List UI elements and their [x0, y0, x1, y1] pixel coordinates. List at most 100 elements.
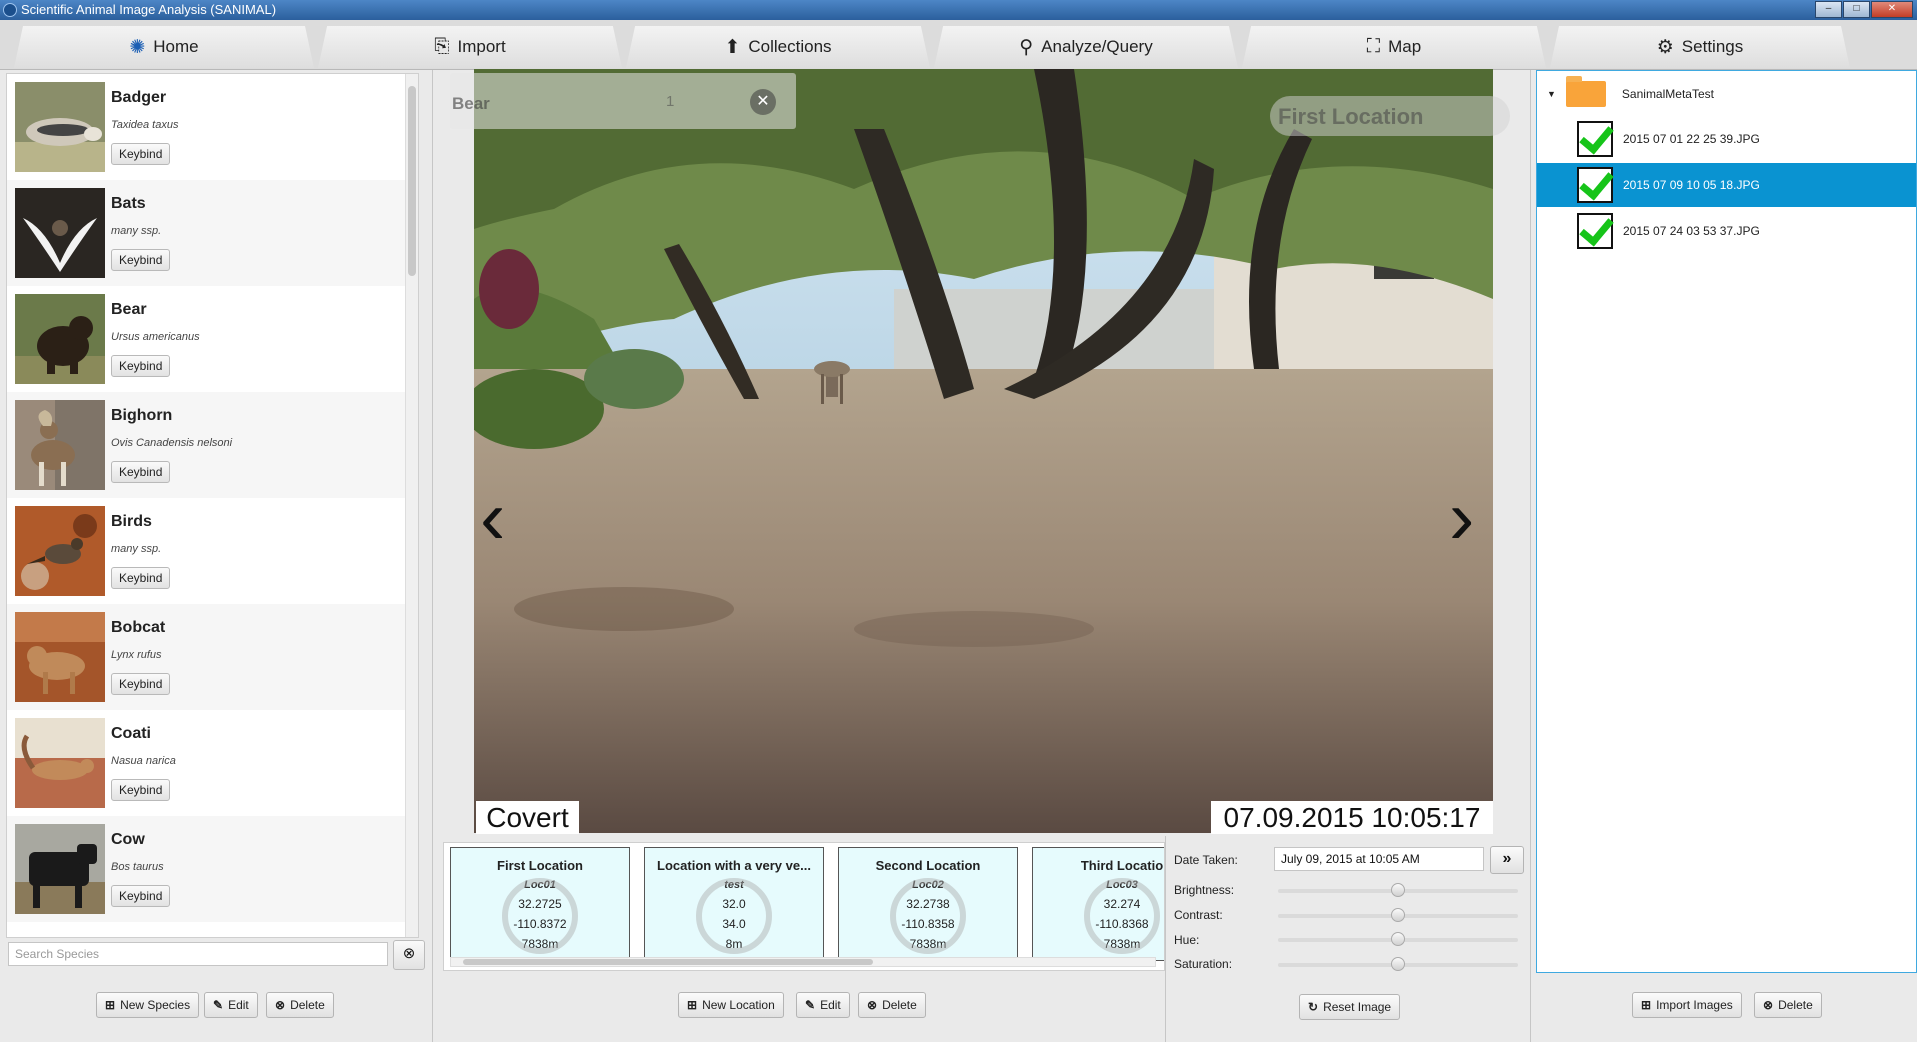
collections-icon: ⬆	[724, 36, 741, 58]
location-list-scrollbar[interactable]	[450, 957, 1156, 967]
minimize-button[interactable]: –	[1815, 1, 1842, 18]
location-card[interactable]: First Location Loc01 32.2725 -110.8372 7…	[450, 847, 630, 961]
edit-icon: ✎	[213, 998, 224, 1012]
location-card[interactable]: Second Location Loc02 32.2738 -110.8358 …	[838, 847, 1018, 961]
remove-species-tag-button[interactable]: ✕	[750, 89, 776, 115]
tree-folder[interactable]: ▼ SanimalMetaTest	[1547, 76, 1714, 109]
species-item[interactable]: Bear Ursus americanus Keybind	[7, 286, 418, 392]
next-image-button[interactable]: ›	[1449, 474, 1474, 561]
keybind-button[interactable]: Keybind	[111, 673, 171, 695]
species-thumbnail	[15, 824, 105, 914]
location-list[interactable]: First Location Loc01 32.2725 -110.8372 7…	[443, 842, 1165, 971]
edit-icon: ✎	[805, 998, 816, 1012]
species-scientific-name: Bos taurus	[111, 861, 164, 873]
location-card[interactable]: Third Locatio Loc03 32.274 -110.8368 783…	[1032, 847, 1164, 961]
hue-slider[interactable]	[1278, 932, 1518, 946]
tab-home-label: Home	[153, 37, 199, 56]
image-file-tree[interactable]: ▼ SanimalMetaTest 2015 07 01 22 25 39.JP…	[1536, 70, 1917, 973]
saturation-slider[interactable]	[1278, 957, 1518, 971]
species-scientific-name: many ssp.	[111, 543, 162, 555]
tree-file-item[interactable]: 2015 07 09 10 05 18.JPG	[1537, 163, 1916, 207]
slider-knob[interactable]	[1391, 908, 1405, 922]
location-name: Third Locatio	[1080, 858, 1164, 873]
delete-species-button[interactable]: ⊗ Delete	[266, 992, 334, 1018]
date-taken-field[interactable]: July 09, 2015 at 10:05 AM	[1274, 847, 1484, 871]
species-item[interactable]: Birds many ssp. Keybind	[7, 498, 418, 604]
location-name: First Location	[497, 858, 583, 873]
window-titlebar: Scientific Animal Image Analysis (SANIMA…	[0, 0, 1917, 20]
tab-collections[interactable]: ⬆ Collections	[626, 26, 930, 68]
image-timestamp: 07.09.2015 10:05:17	[1211, 801, 1493, 834]
keybind-button[interactable]: Keybind	[111, 249, 171, 271]
chevron-left-icon: ‹	[480, 475, 506, 560]
new-location-label: New Location	[702, 998, 775, 1012]
species-item[interactable]: Bighorn Ovis Canadensis nelsoni Keybind	[7, 392, 418, 498]
edit-species-button[interactable]: ✎ Edit	[204, 992, 258, 1018]
species-count-spinner[interactable]: 1	[660, 89, 710, 115]
tree-file-item[interactable]: 2015 07 01 22 25 39.JPG	[1537, 117, 1916, 161]
species-item[interactable]: Cow Bos taurus Keybind	[7, 816, 418, 922]
plus-icon: ⊞	[687, 998, 698, 1012]
apply-date-button[interactable]: »	[1490, 846, 1524, 874]
folder-icon	[1565, 76, 1606, 107]
brightness-slider[interactable]	[1278, 883, 1518, 897]
reset-icon: ↻	[1308, 1000, 1319, 1014]
species-name: Bats	[111, 195, 146, 212]
slider-knob[interactable]	[1391, 883, 1405, 897]
keybind-button[interactable]: Keybind	[111, 461, 171, 483]
species-search-input[interactable]: Search Species	[8, 942, 388, 966]
tree-file-item[interactable]: 2015 07 24 03 53 37.JPG	[1537, 209, 1916, 253]
close-window-button[interactable]: ✕	[1871, 1, 1913, 18]
edit-location-button[interactable]: ✎ Edit	[796, 992, 850, 1018]
reset-image-button[interactable]: ↻ Reset Image	[1299, 994, 1401, 1020]
delete-location-button[interactable]: ⊗ Delete	[858, 992, 926, 1018]
species-name: Bighorn	[111, 407, 173, 424]
keybind-button[interactable]: Keybind	[111, 779, 171, 801]
home-icon: ✺	[129, 36, 146, 58]
import-icon: ⎘	[434, 36, 450, 57]
tab-home[interactable]: ✺ Home	[14, 26, 314, 68]
image-viewer[interactable]: ‹ ›	[474, 69, 1493, 833]
species-item[interactable]: Badger Taxidea taxus Keybind	[7, 74, 418, 180]
double-chevron-right-icon: »	[1502, 850, 1512, 867]
tab-map[interactable]: ⛶ Map	[1242, 26, 1546, 68]
species-list-scrollbar[interactable]	[405, 74, 418, 937]
map-icon: ⛶	[1366, 36, 1381, 57]
keybind-button[interactable]: Keybind	[111, 355, 171, 377]
keybind-button[interactable]: Keybind	[111, 567, 171, 589]
new-location-button[interactable]: ⊞ New Location	[678, 992, 784, 1018]
species-item[interactable]: Bats many ssp. Keybind	[7, 180, 418, 286]
species-item[interactable]: Coati Nasua narica Keybind	[7, 710, 418, 816]
import-images-button[interactable]: ⊞ Import Images	[1632, 992, 1742, 1018]
species-scientific-name: Taxidea taxus	[111, 119, 179, 131]
slider-knob[interactable]	[1391, 932, 1405, 946]
clear-search-button[interactable]: ⊗	[393, 940, 425, 970]
slider-knob[interactable]	[1391, 957, 1405, 971]
date-taken-label: Date Taken:	[1174, 853, 1238, 867]
expand-caret-icon[interactable]: ▼	[1547, 89, 1556, 99]
plus-icon: ⊞	[105, 998, 116, 1012]
reset-image-label: Reset Image	[1323, 1000, 1392, 1014]
maximize-button[interactable]: □	[1843, 1, 1870, 18]
previous-image-button[interactable]: ‹	[480, 474, 505, 561]
species-thumbnail	[15, 612, 105, 702]
tab-import[interactable]: ⎘ Import	[318, 26, 622, 68]
tab-analyze[interactable]: ⚲ Analyze/Query	[934, 26, 1238, 68]
delete-images-button[interactable]: ⊗ Delete	[1754, 992, 1822, 1018]
species-scientific-name: Nasua narica	[111, 755, 176, 767]
location-tag-overlay[interactable]: First Location	[1270, 96, 1510, 136]
scrollbar-thumb[interactable]	[463, 959, 873, 965]
delete-images-label: Delete	[1778, 998, 1813, 1012]
species-tag-overlay[interactable]: Bear 1 ✕	[450, 73, 796, 129]
keybind-button[interactable]: Keybind	[111, 885, 171, 907]
new-species-button[interactable]: ⊞ New Species	[96, 992, 200, 1018]
saturation-label: Saturation:	[1174, 957, 1233, 971]
contrast-slider[interactable]	[1278, 908, 1518, 922]
species-list[interactable]: Badger Taxidea taxus Keybind Bats many s…	[6, 73, 419, 938]
species-name: Birds	[111, 513, 152, 530]
keybind-button[interactable]: Keybind	[111, 143, 171, 165]
scrollbar-thumb[interactable]	[408, 86, 416, 276]
tab-settings[interactable]: ⚙ Settings	[1550, 26, 1850, 68]
species-item[interactable]: Bobcat Lynx rufus Keybind	[7, 604, 418, 710]
location-card[interactable]: Location with a very ve... test 32.0 34.…	[644, 847, 824, 961]
